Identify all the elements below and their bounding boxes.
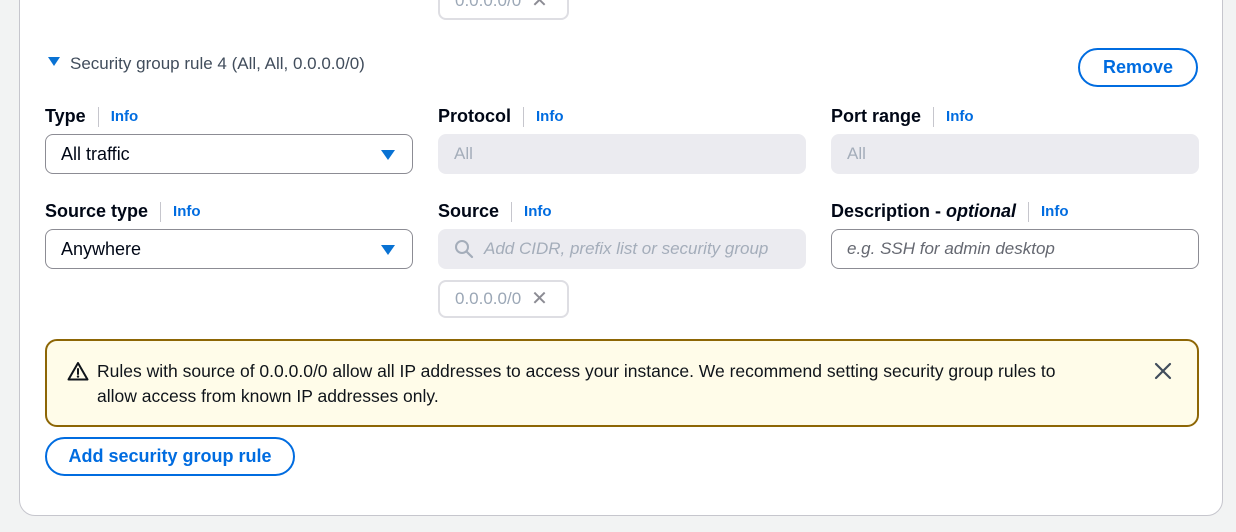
divider [1028,201,1030,222]
type-select[interactable]: All traffic [45,134,413,174]
caret-down-icon[interactable] [48,56,60,66]
description-info-link[interactable]: Info [1041,203,1069,220]
description-placeholder: e.g. SSH for admin desktop [847,239,1055,258]
remove-button[interactable]: Remove [1078,48,1198,87]
type-select-value: All traffic [61,143,130,164]
caret-down-icon [381,245,395,255]
port-range-label-row: Port range Info [831,106,974,127]
port-range-value: All [847,144,866,163]
protocol-field: All [438,134,806,174]
protocol-info-link[interactable]: Info [536,108,564,125]
source-label-row: Source Info [438,201,552,222]
rule-header-title: Security group rule 4 (All, All, 0.0.0.0… [70,54,365,73]
source-type-info-link[interactable]: Info [173,203,201,220]
type-label: Type [45,106,86,126]
source-search-input[interactable]: Add CIDR, prefix list or security group [438,229,806,269]
source-token: 0.0.0.0/0 ✕ [438,280,569,318]
divider [523,106,525,127]
protocol-label: Protocol [438,106,512,126]
protocol-label-row: Protocol Info [438,106,564,127]
type-info-link[interactable]: Info [111,108,139,125]
description-label-row: Description - optional Info [831,201,1069,222]
divider [511,201,513,222]
description-input[interactable]: e.g. SSH for admin desktop [831,229,1199,269]
search-icon [455,240,474,259]
caret-down-icon [381,150,395,160]
port-range-info-link[interactable]: Info [946,108,974,125]
port-range-label: Port range [831,106,922,126]
close-icon[interactable] [1153,361,1173,381]
source-type-select[interactable]: Anywhere [45,229,413,269]
description-label: Description - [831,201,947,221]
close-icon[interactable]: ✕ [531,0,548,11]
source-type-label: Source type [45,201,149,221]
port-range-field: All [831,134,1199,174]
previous-source-token: 0.0.0.0/0 ✕ [438,0,569,20]
description-optional-label: optional [946,201,1017,221]
warning-alert: Rules with source of 0.0.0.0/0 allow all… [45,339,1199,427]
token-value: 0.0.0.0/0 [455,0,522,10]
source-label: Source [438,201,500,221]
divider [97,106,99,127]
divider [160,201,162,222]
close-icon[interactable]: ✕ [531,289,548,309]
source-type-select-value: Anywhere [61,238,142,259]
add-security-group-rule-button[interactable]: Add security group rule [45,437,295,476]
type-label-row: Type Info [45,106,138,127]
protocol-value: All [454,144,473,163]
alert-message: Rules with source of 0.0.0.0/0 allow all… [97,361,1056,406]
source-info-link[interactable]: Info [524,203,552,220]
divider [933,106,935,127]
warning-icon [67,362,89,381]
rule-header[interactable]: Security group rule 4 (All, All, 0.0.0.0… [48,54,365,74]
source-search-placeholder: Add CIDR, prefix list or security group [484,239,769,258]
source-type-label-row: Source type Info [45,201,201,222]
token-value: 0.0.0.0/0 [455,289,522,308]
